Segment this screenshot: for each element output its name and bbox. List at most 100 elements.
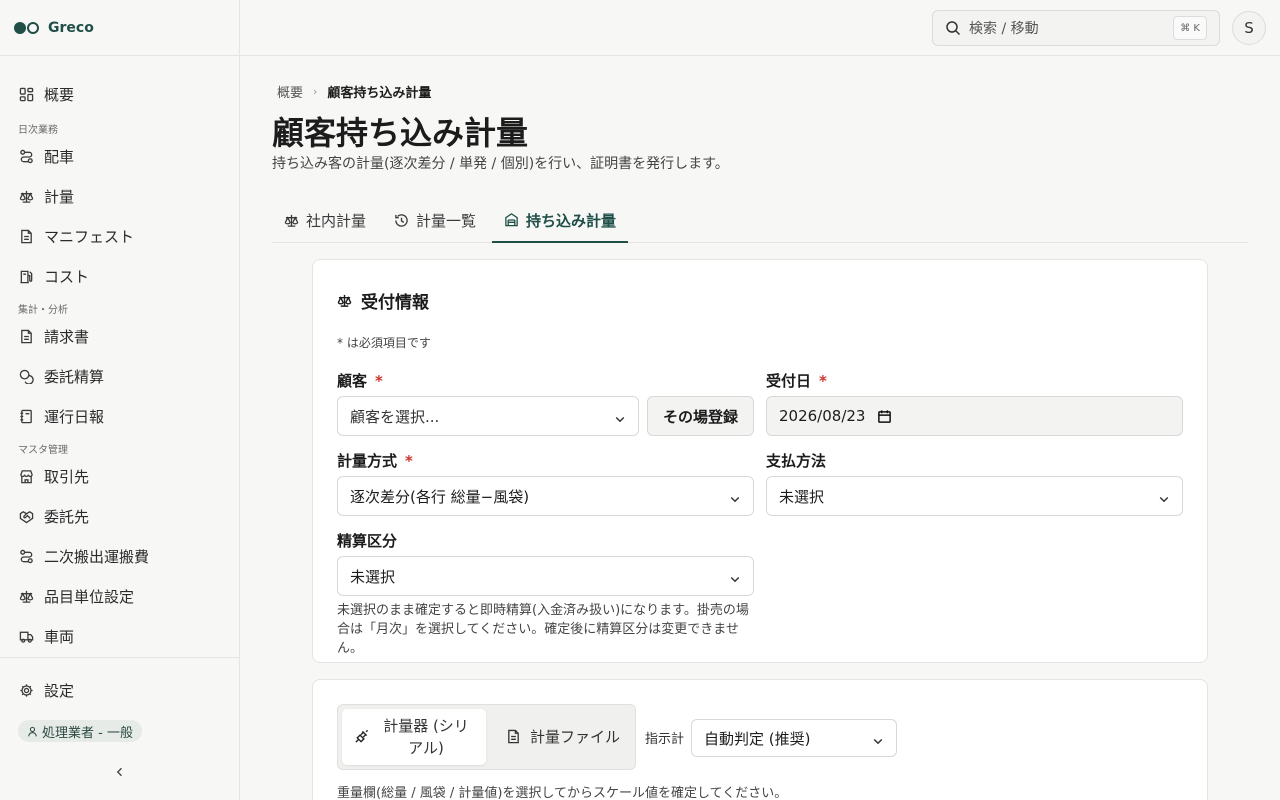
- file-tab[interactable]: 計量ファイル: [498, 709, 628, 765]
- chevron-down-icon: [614, 411, 626, 423]
- history-icon: [394, 213, 410, 229]
- required-note: * は必須項目です: [337, 336, 431, 350]
- brand-name: Greco: [48, 19, 94, 36]
- sidebar-item-vehicles[interactable]: 車両: [0, 616, 239, 656]
- sidebar-item-item-units[interactable]: 品目単位設定: [0, 576, 239, 616]
- avatar[interactable]: S: [1232, 11, 1266, 45]
- method-select[interactable]: 逐次差分(各行 総量−風袋): [337, 476, 754, 516]
- customer-label-text: 顧客: [337, 372, 368, 390]
- sidebar-item-clients[interactable]: 取引先: [0, 456, 239, 496]
- breadcrumb-root[interactable]: 概要: [277, 82, 303, 101]
- brand[interactable]: Greco: [0, 0, 239, 56]
- method-label: 計量方式 *: [337, 450, 413, 471]
- sidebar-item-label: 請求書: [44, 327, 90, 346]
- register-on-site-button[interactable]: その場登録: [647, 396, 754, 436]
- scale-icon: [18, 588, 34, 604]
- sidebar-item-label: 運行日報: [44, 407, 105, 426]
- route-icon: [18, 548, 34, 564]
- scale-icon: [337, 293, 353, 309]
- page-subtitle: 持ち込み客の計量(逐次差分 / 単発 / 個別)を行い、証明書を発行します。: [272, 156, 729, 172]
- breadcrumb: 概要 › 顧客持ち込み計量: [277, 82, 431, 101]
- indicator-select[interactable]: 自動判定 (推奨): [691, 719, 897, 757]
- tab-label: 持ち込み計量: [526, 211, 617, 230]
- tab-weighing-list[interactable]: 計量一覧: [382, 199, 488, 242]
- sidebar-item-label: マニフェスト: [44, 227, 135, 246]
- sidebar-item-manifest[interactable]: マニフェスト: [0, 216, 239, 256]
- indicator-select-value: 自動判定 (推奨): [704, 729, 811, 748]
- sidebar-item-settings[interactable]: 設定: [0, 670, 239, 710]
- method-label-text: 計量方式: [337, 452, 398, 470]
- notebook-icon: [18, 408, 34, 424]
- scale-icon: [284, 213, 300, 229]
- plug-icon: [354, 729, 370, 745]
- sidebar-item-dispatch[interactable]: 配車: [0, 136, 239, 176]
- required-mark: *: [375, 372, 383, 390]
- payment-select[interactable]: 未選択: [766, 476, 1183, 516]
- sidebar-item-label: 設定: [44, 681, 75, 700]
- date-input[interactable]: 2026/08/23: [766, 396, 1183, 436]
- settlement-hint: 未選択のまま確定すると即時精算(入金済み扱い)になります。掛売の場合は「月次」を…: [337, 603, 749, 656]
- main-content: 検索 / 移動 ⌘ K S 概要 › 顧客持ち込み計量 顧客持ち込み計量 持ち込…: [240, 0, 1280, 800]
- sidebar-item-invoice[interactable]: 請求書: [0, 316, 239, 356]
- user-icon: [27, 726, 38, 737]
- file-tab-label: 計量ファイル: [529, 728, 620, 746]
- sidebar-item-weighing[interactable]: 計量: [0, 176, 239, 216]
- date-input-value: 2026/08/23: [779, 407, 866, 425]
- document-icon: [18, 228, 34, 244]
- sidebar-item-label: 取引先: [44, 467, 90, 486]
- grid-icon: [18, 86, 34, 102]
- settlement-label: 精算区分: [337, 532, 398, 550]
- sidebar-item-secondary-transport[interactable]: 二次搬出運搬費: [0, 536, 239, 576]
- sidebar-item-label: 計量: [44, 187, 75, 206]
- serial-device-tab-label: 計量器 (シリアル): [383, 717, 469, 757]
- calendar-icon: [877, 409, 892, 424]
- sidebar-section-title: 集計・分析: [18, 305, 68, 316]
- serial-device-tab[interactable]: 計量器 (シリアル): [342, 709, 486, 765]
- route-icon: [18, 148, 34, 164]
- tab-carry-in-weighing[interactable]: 持ち込み計量: [492, 199, 629, 243]
- payment-label: 支払方法: [766, 452, 827, 470]
- date-label-text: 受付日: [766, 372, 812, 390]
- search-input[interactable]: 検索 / 移動 ⌘ K: [932, 10, 1220, 46]
- inbox-icon: [504, 212, 520, 228]
- breadcrumb-current: 顧客持ち込み計量: [327, 86, 432, 101]
- page-title: 顧客持ち込み計量: [272, 114, 529, 152]
- tab-internal-weighing[interactable]: 社内計量: [272, 199, 378, 242]
- sidebar-item-overview[interactable]: 概要: [0, 74, 239, 114]
- scale-icon: [18, 188, 34, 204]
- sidebar-item-label: 二次搬出運搬費: [44, 547, 150, 566]
- role-badge[interactable]: 処理業者 - 一般: [18, 720, 142, 742]
- sidebar-item-contractors[interactable]: 委託先: [0, 496, 239, 536]
- customer-select[interactable]: 顧客を選択...: [337, 396, 639, 436]
- fuel-icon: [18, 268, 34, 284]
- customer-select-value: 顧客を選択...: [350, 407, 440, 426]
- weight-hint: 重量欄(総量 / 風袋 / 計量値)を選択してからスケール値を確定してください。: [337, 786, 788, 800]
- input-mode-toggle: 計量器 (シリアル) 計量ファイル: [337, 704, 636, 770]
- role-badge-label: 処理業者 - 一般: [42, 725, 133, 741]
- sidebar-item-label: 車両: [44, 627, 75, 646]
- required-mark: *: [405, 452, 413, 470]
- sidebar-item-label: 委託先: [44, 507, 90, 526]
- sidebar-item-cost[interactable]: コスト: [0, 256, 239, 296]
- sidebar-nav: 概要 日次業務 配車 計量 マニフェスト コスト 集計・分析 請求書 委託精算 …: [0, 56, 239, 657]
- chevron-down-icon: [872, 733, 884, 745]
- brand-logo-icon: [14, 21, 39, 34]
- sidebar: Greco 概要 日次業務 配車 計量 マニフェスト コスト 集計・分析 請求書…: [0, 0, 240, 800]
- sidebar-item-daily-report[interactable]: 運行日報: [0, 396, 239, 436]
- handshake-icon: [18, 508, 34, 524]
- date-label: 受付日 *: [766, 370, 827, 391]
- topbar: 検索 / 移動 ⌘ K S: [240, 0, 1280, 56]
- required-mark: *: [819, 372, 827, 390]
- tab-label: 社内計量: [306, 212, 367, 230]
- settlement-select[interactable]: 未選択: [337, 556, 754, 596]
- settlement-select-value: 未選択: [350, 567, 396, 586]
- chevron-left-icon: [114, 766, 126, 778]
- sidebar-item-consign-settlement[interactable]: 委託精算: [0, 356, 239, 396]
- customer-label: 顧客 *: [337, 370, 383, 391]
- reception-card: 受付情報 * は必須項目です 顧客 * 顧客を選択... その場登録 受付日 * 2…: [312, 259, 1208, 663]
- gear-icon: [18, 682, 34, 698]
- collapse-sidebar-button[interactable]: [112, 764, 128, 780]
- sidebar-item-label: 委託精算: [44, 367, 105, 386]
- method-select-value: 逐次差分(各行 総量−風袋): [350, 487, 530, 506]
- sidebar-item-label: 概要: [44, 85, 75, 104]
